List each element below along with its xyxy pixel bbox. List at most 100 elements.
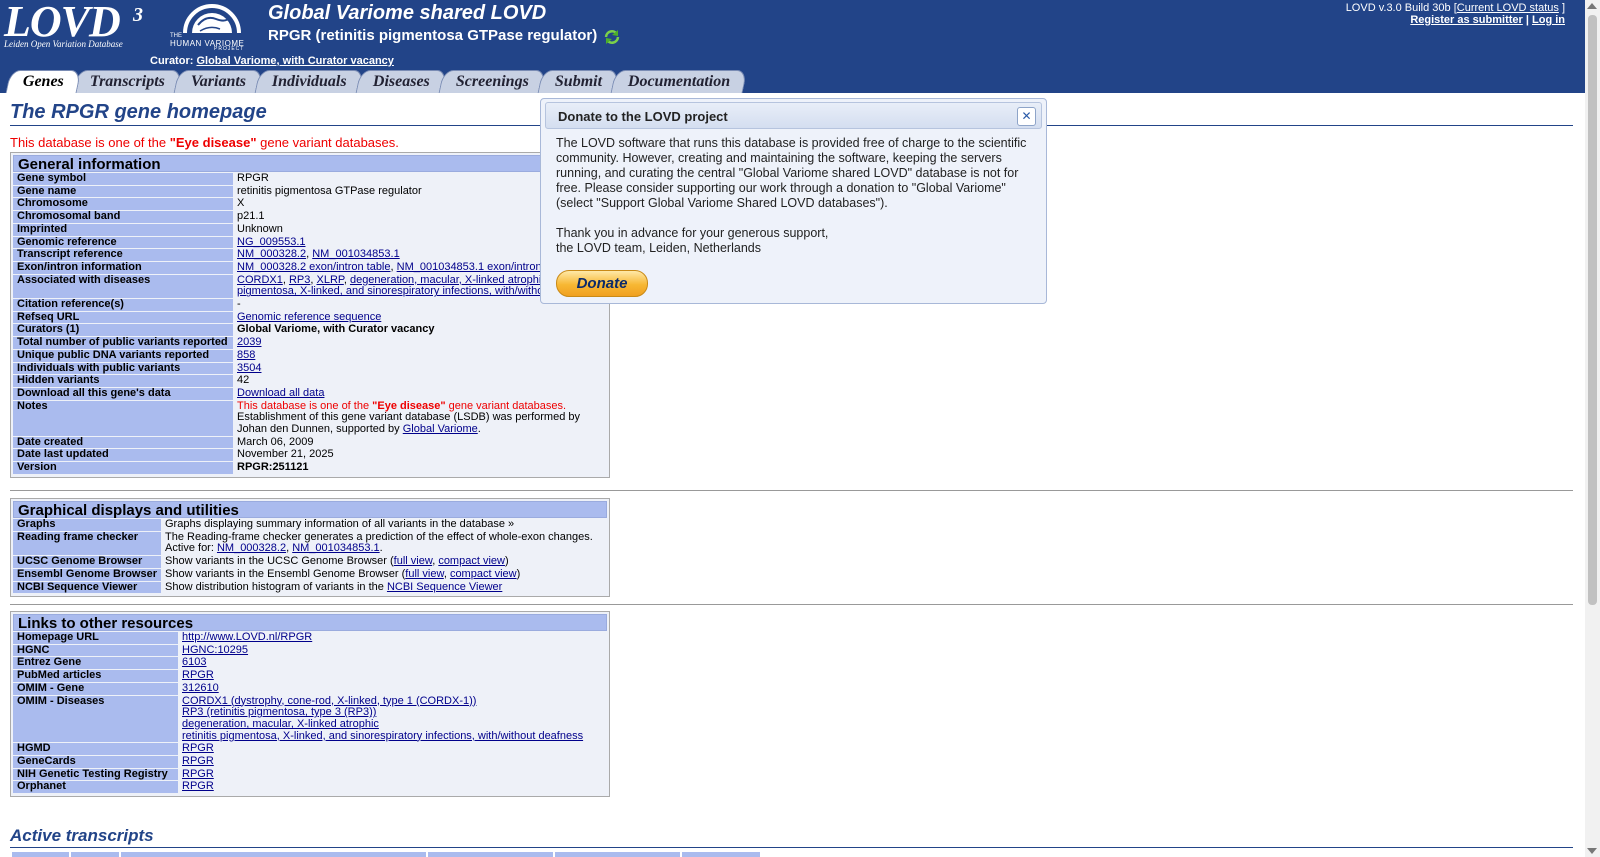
ncbi-text: Show distribution histogram of variants … (165, 580, 387, 593)
tab-transcripts[interactable]: Transcripts (72, 70, 183, 93)
row-label: Date created (13, 436, 233, 449)
row-label: Gene name (13, 185, 233, 198)
ncbi-viewer-link[interactable]: NCBI Sequence Viewer (387, 581, 502, 593)
tab-screenings[interactable]: Screenings (438, 70, 546, 93)
tab-submit[interactable]: Submit (537, 70, 620, 93)
human-variome-logo[interactable]: THE HUMAN VARIOME PROJECT (170, 3, 255, 52)
table-row: Homepage URL http://www.LOVD.nl/RPGR (13, 631, 607, 644)
total-variants-link[interactable]: 2039 (237, 336, 261, 348)
ucsc-full-view-link[interactable]: full view (394, 555, 433, 567)
ensembl-text: Show variants in the Ensembl Genome Brow… (165, 567, 406, 580)
nih-link[interactable]: RPGR (182, 768, 214, 780)
row-label: Hidden variants (13, 375, 233, 387)
dialog-title: Donate to the LOVD project (558, 109, 728, 124)
individuals-cell: 3504 (233, 362, 607, 375)
individuals-link[interactable]: 3504 (237, 362, 261, 374)
tab-label: Submit (554, 73, 602, 90)
row-label: Ensembl Genome Browser (13, 568, 161, 581)
omim-gene-link[interactable]: 312610 (182, 682, 219, 694)
graphs-value[interactable]: Graphs displaying summary information of… (161, 518, 607, 531)
homepage-link[interactable]: http://www.LOVD.nl/RPGR (182, 631, 312, 643)
lovd-status-link[interactable]: Current LOVD status (1457, 2, 1559, 14)
row-label: Version (13, 461, 233, 474)
rfc-text: The Reading-frame checker generates a pr… (165, 530, 593, 543)
table-row: Reading frame checker The Reading-frame c… (13, 530, 607, 556)
tab-genes[interactable]: Genes (5, 70, 82, 93)
download-all-link[interactable]: Download all data (237, 387, 324, 399)
row-label: Unique public DNA variants reported (13, 349, 233, 362)
global-variome-link[interactable]: Global Variome (403, 423, 478, 435)
login-link[interactable]: Log in (1532, 14, 1565, 26)
pubmed-link[interactable]: RPGR (182, 669, 214, 681)
tab-documentation[interactable]: Documentation (610, 70, 748, 93)
exon-table-link[interactable]: NM_001034853.1 exon/intron (397, 262, 542, 273)
notes-bold: "Eye disease" (372, 399, 446, 412)
hgnc-link[interactable]: HGNC:10295 (182, 644, 248, 656)
row-label: Reading frame checker (13, 531, 161, 556)
omim-disease-link[interactable]: CORDX1 (dystrophy, cone-rod, X-linked, t… (182, 695, 476, 707)
tab-individuals[interactable]: Individuals (254, 70, 365, 93)
table-row: Graphs Graphs displaying summary informat… (13, 518, 607, 531)
vertical-scrollbar[interactable] (1585, 0, 1600, 857)
pubmed-cell: RPGR (178, 669, 607, 682)
table-header-cell (12, 852, 69, 857)
entrez-cell: 6103 (178, 656, 607, 670)
hgmd-link[interactable]: RPGR (182, 742, 214, 754)
row-label: Notes (13, 400, 233, 436)
ucsc-compact-view-link[interactable]: compact view (438, 555, 505, 567)
rfc-transcript-link[interactable]: NM_000328.2 (217, 542, 286, 555)
scroll-down-arrow-icon[interactable] (1587, 848, 1597, 854)
genomic-ref-link[interactable]: NG_009553.1 (237, 236, 306, 248)
entrez-link[interactable]: 6103 (182, 656, 206, 669)
lovd-logo[interactable]: LOVD 3 Leiden Open Variation Database (4, 0, 144, 49)
disease-link[interactable]: pigmentosa, X-linked, and sinorespirator… (237, 285, 549, 297)
donate-dialog: Donate to the LOVD project ✕ The LOVD so… (540, 98, 1047, 304)
transcript-ref-link[interactable]: NM_000328.2 (237, 248, 306, 260)
close-icon[interactable]: ✕ (1017, 107, 1036, 126)
table-row: Associated with diseases CORDX1, RP3, XLR… (13, 274, 607, 299)
omim-disease-link[interactable]: degeneration, macular, X-linked atrophic (182, 718, 379, 730)
general-info-panel: General information Gene symbol RPGR Gene… (10, 152, 610, 478)
row-label: GeneCards (13, 755, 178, 768)
disease-link[interactable]: XLRP (317, 274, 344, 286)
refseq-link[interactable]: Genomic reference sequence (237, 311, 381, 323)
orphanet-link[interactable]: RPGR (182, 780, 214, 793)
row-label: Orphanet (13, 781, 178, 794)
scrollbar-thumb[interactable] (1588, 15, 1597, 605)
dialog-titlebar[interactable]: Donate to the LOVD project ✕ (545, 102, 1042, 129)
refresh-icon[interactable] (603, 28, 621, 46)
table-row: Ensembl Genome Browser Show variants in t… (13, 567, 607, 581)
disease-link[interactable]: CORDX1 (237, 274, 283, 286)
ucsc-text: ) (504, 555, 509, 568)
register-link[interactable]: Register as submitter (1410, 14, 1522, 26)
row-label: HGNC (13, 644, 178, 657)
row-label: Chromosomal band (13, 210, 233, 223)
transcript-ref-link[interactable]: NM_001034853.1 (312, 248, 399, 260)
omim-disease-link[interactable]: retinitis pigmentosa, X-linked, and sino… (182, 730, 583, 742)
scroll-up-arrow-icon[interactable] (1587, 3, 1597, 9)
download-cell: Download all data (233, 387, 607, 400)
unique-variants-link[interactable]: 858 (237, 349, 255, 361)
table-row: Total number of public variants reported… (13, 336, 607, 349)
disease-link[interactable]: RP3 (289, 274, 310, 286)
genecards-link[interactable]: RPGR (182, 755, 214, 767)
donate-thanks: Thank you in advance for your generous s… (556, 226, 1036, 256)
site-header: LOVD 3 Leiden Open Variation Database TH… (0, 0, 1585, 93)
eye-disease-note: This database is one of the "Eye disease… (10, 135, 399, 150)
table-row: Individuals with public variants 3504 (13, 362, 607, 375)
main-tabs: Genes Transcripts Variants Individuals D… (5, 70, 748, 93)
exon-table-link[interactable]: NM_000328.2 exon/intron table (237, 262, 391, 273)
curator-link[interactable]: Global Variome, with Curator vacancy (196, 55, 393, 67)
tab-diseases[interactable]: Diseases (355, 70, 448, 93)
donate-button[interactable]: Donate (556, 270, 648, 297)
tab-label: Variants (190, 73, 246, 90)
rfc-transcript-link[interactable]: NM_001034853.1 (292, 542, 379, 555)
ensembl-full-view-link[interactable]: full view (405, 568, 444, 580)
disease-link[interactable]: degeneration, macular, X-linked atrophic (350, 274, 547, 286)
notes-cell: This database is one of the "Eye disease… (233, 399, 607, 436)
omim-disease-link[interactable]: RP3 (retinitis pigmentosa, type 3 (RP3)) (182, 706, 376, 718)
notes-text: . (477, 423, 481, 436)
ensembl-compact-view-link[interactable]: compact view (450, 568, 517, 580)
table-header-cell (682, 852, 760, 857)
tab-variants[interactable]: Variants (173, 70, 264, 93)
